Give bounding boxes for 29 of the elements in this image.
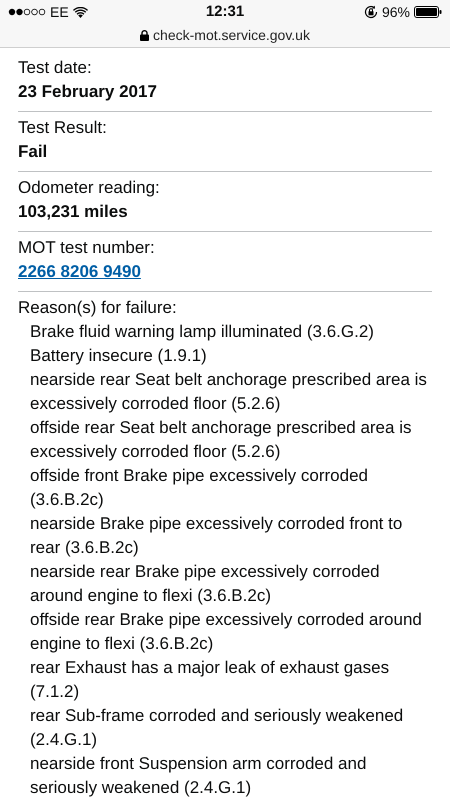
failure-reason: rear Exhaust has a major leak of exhaust gases (7.1.2)	[29, 657, 390, 703]
url-text[interactable]: check-mot.service.gov.uk	[153, 24, 310, 46]
field-label: Test Result:	[18, 117, 108, 139]
failure-reason: offside rear Seat belt anchorage prescribed area is excessively corroded floor (5.2.6)	[29, 417, 412, 463]
field-label: Reason(s) for failure:	[18, 297, 178, 319]
clock-time: 12:31	[206, 2, 244, 22]
field-label: Odometer reading:	[18, 177, 161, 199]
rotation-lock-icon	[364, 5, 378, 19]
failure-reason: nearside rear Brake pipe excessively corroded around engine to flexi (3.6.B.2c)	[29, 561, 381, 607]
failure-reason: nearside Brake pipe excessively corroded front to rear (3.6.B.2c)	[29, 513, 404, 559]
failure-reason: nearside rear Seat belt anchorage prescribed area is excessively corroded floor (5.2.6)	[29, 369, 428, 415]
failure-reason: Battery insecure (1.9.1)	[29, 345, 208, 367]
field-value: 23 February 2017	[18, 81, 158, 103]
field-label: MOT test number:	[18, 237, 156, 259]
field-value: Fail	[18, 141, 48, 163]
battery-icon	[414, 6, 442, 18]
failure-reason: offside front Brake pipe excessively corroded (3.6.B.2c)	[29, 465, 369, 511]
carrier-name: EE	[50, 2, 69, 22]
failure-reason: rear Sub-frame corroded and seriously weakened (2.4.G.1)	[29, 705, 404, 751]
wifi-icon	[72, 6, 88, 18]
signal-icon	[8, 8, 46, 16]
failure-reason: offside rear Brake pipe excessively corroded around engine to flexi (3.6.B.2c)	[29, 609, 423, 655]
lock-icon	[140, 30, 150, 40]
field-label: Test date:	[18, 57, 93, 79]
test-number-link[interactable]: 2266 8206 9490	[18, 262, 141, 281]
failure-reason: nearside front Suspension arm corroded and seriously weakened (2.4.G.1)	[29, 753, 368, 799]
failure-reason: Brake fluid warning lamp illuminated (3.6.G.2)	[29, 321, 375, 343]
field-value: 103,231 miles	[18, 201, 129, 223]
battery-percent: 96%	[382, 2, 410, 22]
